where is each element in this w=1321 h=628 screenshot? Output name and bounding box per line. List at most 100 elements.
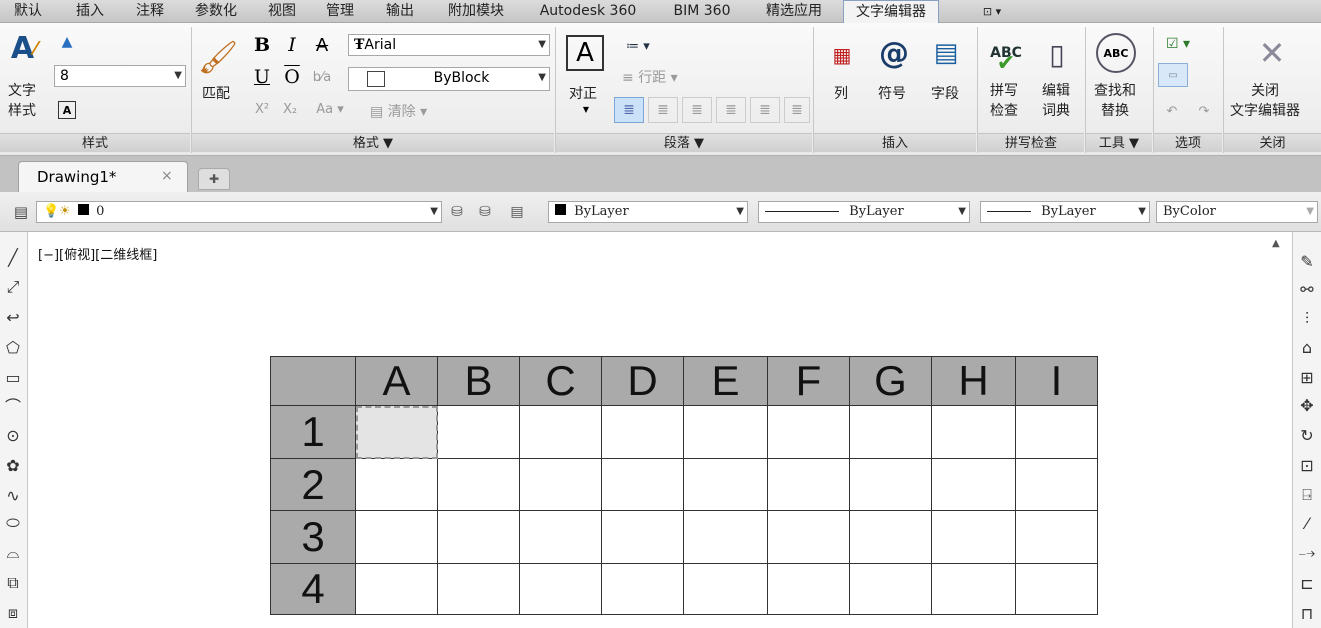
column-header[interactable]: A bbox=[355, 356, 438, 406]
table-cell[interactable] bbox=[931, 510, 1016, 564]
panel-title-insert[interactable]: 插入 bbox=[814, 133, 976, 152]
table-cell[interactable] bbox=[849, 563, 932, 615]
symbol-icon[interactable]: @ bbox=[874, 35, 914, 71]
stretch-icon[interactable]: ⍈ bbox=[1296, 484, 1318, 506]
field-icon[interactable]: ▤ bbox=[926, 35, 966, 71]
distribute-icon[interactable]: ≣ bbox=[750, 97, 780, 123]
justify-text-icon[interactable]: ≣ bbox=[716, 97, 746, 123]
panel-title-tools[interactable]: 工具 ▼ bbox=[1086, 133, 1152, 152]
lineweight-control[interactable]: ByLayer ▼ bbox=[980, 201, 1150, 223]
text-style-icon[interactable]: A ⁄ bbox=[6, 31, 42, 66]
align-left-icon[interactable]: ≣ bbox=[614, 97, 644, 123]
move-icon[interactable]: ✥ bbox=[1296, 394, 1318, 416]
table-cell[interactable] bbox=[683, 458, 768, 511]
make-current-layer-icon[interactable]: ⛁ bbox=[446, 201, 468, 223]
spell-check-label[interactable]: 拼写 检查 bbox=[990, 81, 1018, 121]
overline-icon[interactable]: O bbox=[282, 65, 302, 89]
rotate-icon[interactable]: ↻ bbox=[1296, 424, 1318, 446]
find-replace-icon[interactable]: ABC bbox=[1096, 33, 1136, 73]
ribbon-tab[interactable]: Autodesk 360 bbox=[528, 0, 648, 23]
field-label[interactable]: 字段 bbox=[931, 83, 959, 103]
change-case-icon[interactable]: Aa ▾ bbox=[314, 99, 346, 119]
close-icon[interactable]: × bbox=[161, 168, 173, 184]
table-cell[interactable] bbox=[437, 510, 520, 564]
dictionary-icon[interactable]: ▯ bbox=[1040, 35, 1074, 73]
column-header[interactable]: E bbox=[683, 356, 768, 406]
ribbon-tab[interactable]: 默认 bbox=[6, 0, 50, 23]
panel-title-spell[interactable]: 拼写检查 bbox=[978, 133, 1084, 152]
justify-icon[interactable]: A bbox=[566, 35, 604, 71]
table-cell[interactable] bbox=[601, 405, 684, 459]
table-cell[interactable] bbox=[1015, 458, 1098, 511]
table-cell-active[interactable] bbox=[355, 405, 438, 459]
table-cell[interactable] bbox=[849, 405, 932, 459]
superscript-icon[interactable]: X² bbox=[252, 99, 272, 119]
panel-title-options[interactable]: 选项 bbox=[1154, 133, 1222, 152]
extend-icon[interactable]: ⤍ bbox=[1296, 542, 1318, 564]
circle-icon[interactable]: ⊙ bbox=[2, 424, 24, 446]
italic-icon[interactable]: I bbox=[282, 33, 302, 57]
redo-icon[interactable]: ↷ bbox=[1196, 103, 1212, 119]
table-cell[interactable] bbox=[849, 458, 932, 511]
symbol-label[interactable]: 符号 bbox=[878, 83, 906, 103]
line-icon[interactable]: ╱ bbox=[2, 246, 24, 268]
construction-line-icon[interactable]: ⤢ bbox=[2, 276, 24, 298]
panel-title-format[interactable]: 格式 ▼ bbox=[192, 133, 554, 152]
column-header[interactable]: C bbox=[519, 356, 602, 406]
bullets-icon[interactable]: ≔ ▾ bbox=[620, 37, 656, 55]
stack-icon[interactable]: b⁄a bbox=[312, 65, 332, 89]
panel-title-close[interactable]: 关闭 bbox=[1224, 133, 1321, 152]
columns-icon[interactable]: ▦ bbox=[830, 43, 854, 67]
clear-button[interactable]: ▤ 清除 ▾ bbox=[370, 101, 427, 121]
table-cell[interactable] bbox=[519, 510, 602, 564]
table-corner-cell[interactable] bbox=[270, 356, 356, 406]
table-cell[interactable] bbox=[519, 563, 602, 615]
ribbon-tab[interactable]: 注释 bbox=[128, 0, 172, 23]
workspace-switch-icon[interactable]: ⊡ ▾ bbox=[974, 3, 1010, 20]
close-editor-label[interactable]: 关闭 文字编辑器 bbox=[1230, 81, 1300, 121]
table-cell[interactable] bbox=[931, 405, 1016, 459]
match-label[interactable]: 匹配 bbox=[202, 83, 230, 103]
layer-match-icon[interactable]: ▤ bbox=[506, 201, 528, 223]
ribbon-tab[interactable]: 输出 bbox=[378, 0, 422, 23]
line-spacing-button[interactable]: ≡ 行距 ▾ bbox=[622, 67, 678, 87]
strikethrough-icon[interactable]: A bbox=[312, 33, 332, 57]
table-cell[interactable] bbox=[683, 405, 768, 459]
table-cell[interactable] bbox=[355, 563, 438, 615]
column-header[interactable]: B bbox=[437, 356, 520, 406]
table-cell[interactable] bbox=[601, 563, 684, 615]
scroll-up-icon[interactable]: ▲ bbox=[1272, 238, 1280, 249]
table-cell[interactable] bbox=[767, 458, 850, 511]
table-cell[interactable] bbox=[931, 458, 1016, 511]
distribute-all-icon[interactable]: ≣ bbox=[784, 97, 810, 123]
spline-icon[interactable]: ∿ bbox=[2, 484, 24, 506]
drawing-table[interactable]: ABCDEFGHI1234 bbox=[270, 356, 1098, 615]
font-select[interactable]: ŦArial ▼ bbox=[348, 34, 550, 56]
document-tab[interactable]: Drawing1* × bbox=[18, 161, 188, 192]
close-editor-icon[interactable]: ✕ bbox=[1252, 33, 1292, 73]
polyline-icon[interactable]: ↩ bbox=[2, 306, 24, 328]
text-height-select[interactable]: 8 ▼ bbox=[54, 65, 186, 87]
underline-icon[interactable]: U bbox=[252, 65, 272, 89]
plotstyle-control[interactable]: ByColor ▼ bbox=[1156, 201, 1318, 223]
table-cell[interactable] bbox=[1015, 405, 1098, 459]
text-style-label[interactable]: 文字 样式 bbox=[8, 81, 36, 121]
table-cell[interactable] bbox=[767, 405, 850, 459]
table-cell[interactable] bbox=[437, 405, 520, 459]
ribbon-tab[interactable]: 参数化 bbox=[186, 0, 246, 23]
row-header[interactable]: 1 bbox=[270, 405, 356, 459]
edit-dictionary-label[interactable]: 编辑 词典 bbox=[1042, 81, 1070, 121]
ribbon-tab[interactable]: 视图 bbox=[260, 0, 304, 23]
align-center-icon[interactable]: ≣ bbox=[648, 97, 678, 123]
panel-title-style[interactable]: 样式 bbox=[0, 133, 190, 152]
ellipse-arc-icon[interactable]: ⌓ bbox=[2, 542, 24, 564]
match-brush-icon[interactable]: 🖌 bbox=[198, 37, 239, 77]
ribbon-tab[interactable]: 附加模块 bbox=[438, 0, 514, 23]
row-header[interactable]: 4 bbox=[270, 563, 356, 615]
column-header[interactable]: I bbox=[1015, 356, 1098, 406]
ellipse-icon[interactable]: ⬭ bbox=[2, 512, 24, 534]
table-cell[interactable] bbox=[437, 563, 520, 615]
row-header[interactable]: 3 bbox=[270, 510, 356, 564]
table-cell[interactable] bbox=[683, 563, 768, 615]
ribbon-tab[interactable]: 管理 bbox=[318, 0, 362, 23]
